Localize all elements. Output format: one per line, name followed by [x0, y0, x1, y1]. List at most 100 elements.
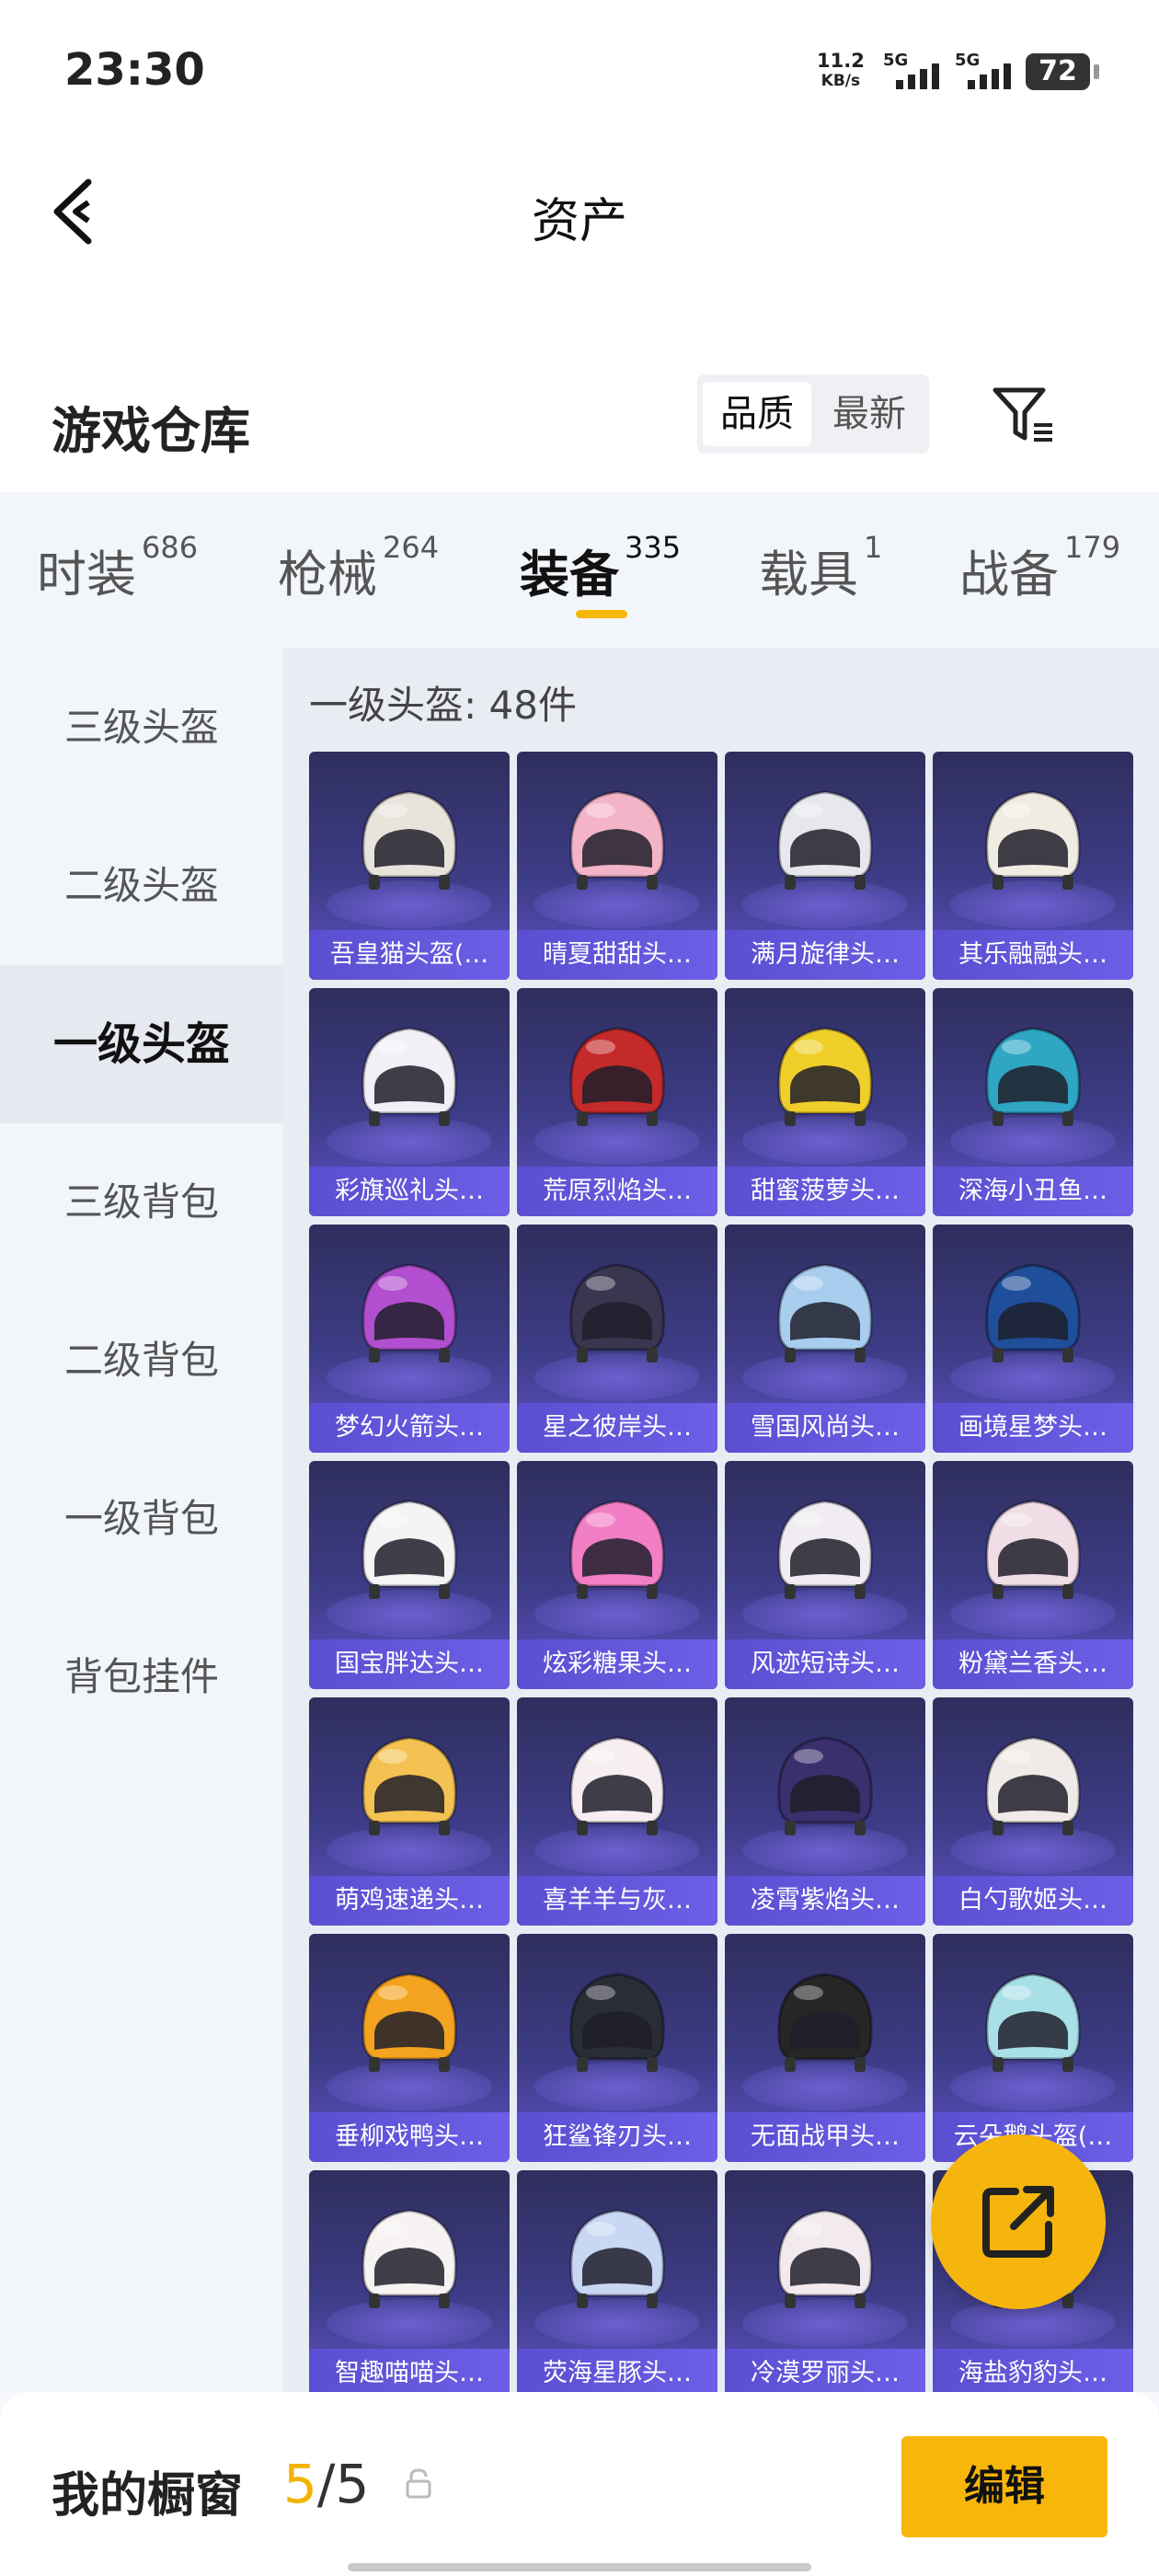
item-card[interactable]: 萌鸡速递头… — [309, 1697, 510, 1926]
tab-count: 1 — [864, 530, 883, 565]
item-card[interactable]: 荧海星豚头… — [517, 2170, 717, 2392]
helmet-icon — [777, 1736, 873, 1835]
item-label: 冷漠罗丽头… — [725, 2349, 925, 2392]
helmet-icon — [569, 790, 665, 890]
helmet-icon — [985, 1500, 1081, 1599]
tab-equipment[interactable]: 装备 335 — [520, 530, 681, 604]
helmet-icon — [777, 1027, 873, 1126]
tab-count: 335 — [625, 530, 682, 565]
helmet-icon — [985, 1263, 1081, 1363]
item-card[interactable]: 云朵鹅头盔(… — [933, 1934, 1133, 2162]
helmet-icon — [361, 2209, 457, 2308]
item-card[interactable]: 白勺歌姬头… — [933, 1697, 1133, 1926]
item-label: 甜蜜菠萝头… — [725, 1167, 925, 1216]
item-card[interactable]: 粉黛兰香头… — [933, 1461, 1133, 1689]
item-card[interactable]: 凌霄紫焰头… — [725, 1697, 925, 1926]
item-card[interactable]: 荒原烈焰头… — [517, 988, 717, 1216]
tab-fashion[interactable]: 时装 686 — [37, 530, 198, 604]
item-card[interactable]: 晴夏甜甜头… — [517, 752, 717, 980]
item-label: 晴夏甜甜头… — [517, 930, 717, 980]
item-card[interactable]: 喜羊羊与灰… — [517, 1697, 717, 1926]
tab-label: 时装 — [37, 546, 136, 604]
item-label: 粉黛兰香头… — [933, 1639, 1133, 1689]
sidebar-item-level3-backpack[interactable]: 三级背包 — [0, 1123, 283, 1282]
helmet-icon — [777, 1263, 873, 1363]
battery-indicator: 72 — [1026, 53, 1099, 90]
item-label: 荒原烈焰头… — [517, 1167, 717, 1216]
helmet-icon — [569, 1263, 665, 1363]
item-label: 炫彩糖果头… — [517, 1639, 717, 1689]
helmet-icon — [361, 1027, 457, 1126]
lock-icon — [406, 2468, 431, 2499]
item-card[interactable]: 彩旗巡礼头… — [309, 988, 510, 1216]
item-label: 梦幻火箭头… — [309, 1403, 510, 1453]
tab-label: 装备 — [520, 546, 619, 604]
tab-label: 载具 — [759, 546, 858, 604]
helmet-icon — [361, 1736, 457, 1835]
showcase-current: 5 — [283, 2453, 317, 2515]
item-card[interactable]: 雪国风尚头… — [725, 1225, 925, 1453]
sidebar-item-backpack-charm[interactable]: 背包挂件 — [0, 1598, 283, 1756]
network-speed-unit: KB/s — [820, 72, 861, 90]
item-label: 智趣喵喵头… — [309, 2349, 510, 2392]
sort-newest-button[interactable]: 最新 — [815, 382, 924, 446]
share-external-icon — [982, 2186, 1054, 2258]
helmet-icon — [777, 2209, 873, 2308]
item-label: 深海小丑鱼… — [933, 1167, 1133, 1216]
sidebar-item-level2-helmet[interactable]: 二级头盔 — [0, 807, 283, 965]
item-card[interactable]: 其乐融融头… — [933, 752, 1133, 980]
item-card[interactable]: 国宝胖达头… — [309, 1461, 510, 1689]
item-card[interactable]: 智趣喵喵头… — [309, 2170, 510, 2392]
helmet-icon — [569, 1500, 665, 1599]
item-label: 凌霄紫焰头… — [725, 1876, 925, 1926]
item-label: 荧海星豚头… — [517, 2349, 717, 2392]
sidebar-item-level1-backpack[interactable]: 一级背包 — [0, 1440, 283, 1598]
sidebar: 三级头盔 二级头盔 一级头盔 三级背包 二级背包 一级背包 背包挂件 — [0, 649, 283, 2392]
item-card[interactable]: 吾皇猫头盔(… — [309, 752, 510, 980]
item-card[interactable]: 星之彼岸头… — [517, 1225, 717, 1453]
item-card[interactable]: 无面战甲头… — [725, 1934, 925, 2162]
tab-count: 686 — [142, 530, 199, 565]
sidebar-item-level2-backpack[interactable]: 二级背包 — [0, 1282, 283, 1440]
item-card[interactable]: 梦幻火箭头… — [309, 1225, 510, 1453]
network-speed: 11.2 KB/s — [817, 51, 865, 91]
sidebar-item-level3-helmet[interactable]: 三级头盔 — [0, 649, 283, 807]
filter-icon[interactable] — [992, 385, 1056, 445]
item-card[interactable]: 甜蜜菠萝头… — [725, 988, 925, 1216]
item-label: 国宝胖达头… — [309, 1639, 510, 1689]
helmet-icon — [985, 1736, 1081, 1835]
showcase-total: 5 — [335, 2453, 370, 2515]
helmet-icon — [569, 2209, 665, 2308]
tab-supplies[interactable]: 战备 179 — [959, 530, 1120, 604]
helmet-icon — [361, 1263, 457, 1363]
status-bar: 23:30 11.2 KB/s 5G 5G 72 — [0, 0, 1159, 138]
item-card[interactable]: 风迹短诗头… — [725, 1461, 925, 1689]
item-count-label: 一级头盔: 48件 — [309, 683, 577, 728]
item-card[interactable]: 满月旋律头… — [725, 752, 925, 980]
item-card[interactable]: 冷漠罗丽头… — [725, 2170, 925, 2392]
helmet-icon — [361, 790, 457, 890]
share-button[interactable] — [931, 2134, 1106, 2309]
showcase-label: 我的橱窗 — [52, 2468, 244, 2524]
helmet-icon — [569, 1736, 665, 1835]
helmet-icon — [777, 1972, 873, 2072]
tab-weapons[interactable]: 枪械 264 — [278, 530, 439, 604]
section-title: 游戏仓库 — [52, 402, 250, 460]
item-label: 吾皇猫头盔(… — [309, 930, 510, 980]
helmet-icon — [777, 790, 873, 890]
item-card[interactable]: 狂鲨锋刃头… — [517, 1934, 717, 2162]
item-card[interactable]: 深海小丑鱼… — [933, 988, 1133, 1216]
tab-vehicles[interactable]: 载具 1 — [759, 530, 882, 604]
item-label: 风迹短诗头… — [725, 1639, 925, 1689]
helmet-icon — [777, 1500, 873, 1599]
tab-label: 战备 — [959, 546, 1059, 604]
item-card[interactable]: 垂柳戏鸭头… — [309, 1934, 510, 2162]
tab-label: 枪械 — [278, 546, 377, 604]
warehouse-section: 游戏仓库 — [0, 350, 1159, 492]
sidebar-item-level1-helmet[interactable]: 一级头盔 — [0, 965, 283, 1123]
item-card[interactable]: 画境星梦头… — [933, 1225, 1133, 1453]
sort-quality-button[interactable]: 品质 — [703, 382, 811, 446]
item-card[interactable]: 炫彩糖果头… — [517, 1461, 717, 1689]
edit-button[interactable]: 编辑 — [901, 2436, 1107, 2537]
status-time: 23:30 — [64, 44, 205, 96]
